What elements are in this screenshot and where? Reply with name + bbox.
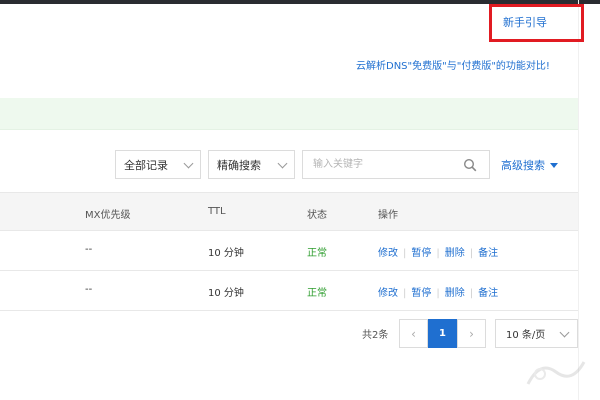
page-size-label: 10 条/页 <box>506 330 546 341</box>
chevron-left-icon: ‹ <box>411 326 416 341</box>
content-edge <box>578 0 579 400</box>
pause-link[interactable]: 暂停 <box>411 288 431 299</box>
mx-cell: -- <box>85 244 93 255</box>
advanced-search-label: 高级搜索 <box>501 159 545 172</box>
edit-link[interactable]: 修改 <box>378 248 398 259</box>
delete-link[interactable]: 删除 <box>445 288 465 299</box>
status-badge: 正常 <box>307 248 327 259</box>
watermark-logo <box>526 361 586 385</box>
notice-banner <box>0 98 578 130</box>
advanced-search-button[interactable]: 高级搜索 <box>501 157 558 173</box>
search-box <box>302 150 490 179</box>
chevron-down-icon <box>559 327 570 338</box>
table-header: MX优先级 TTL 状态 操作 <box>0 192 578 231</box>
search-input[interactable] <box>303 151 453 178</box>
ttl-cell: 10 分钟 <box>208 288 244 299</box>
page-size-select[interactable]: 10 条/页 <box>495 319 578 348</box>
record-type-select[interactable]: 全部记录 <box>115 150 201 179</box>
divider: | <box>403 288 407 299</box>
column-header-actions: 操作 <box>378 210 398 221</box>
row-actions: 修改 | 暂停 | 删除 | 备注 <box>378 244 498 259</box>
divider: | <box>469 248 474 259</box>
divider: | <box>469 288 474 299</box>
page-button-current[interactable]: 1 <box>428 319 457 348</box>
note-link[interactable]: 备注 <box>478 288 498 299</box>
next-page-button[interactable]: › <box>457 319 486 348</box>
chevron-down-icon <box>183 158 194 169</box>
caret-down-icon <box>550 163 558 168</box>
mx-cell: -- <box>85 284 93 295</box>
table-row: -- 10 分钟 正常 修改 | 暂停 | 删除 | 备注 <box>0 231 578 271</box>
record-type-label: 全部记录 <box>124 158 168 172</box>
prev-page-button[interactable]: ‹ <box>399 319 428 348</box>
search-mode-select[interactable]: 精确搜索 <box>208 150 295 179</box>
chevron-down-icon <box>277 158 288 169</box>
row-actions: 修改 | 暂停 | 删除 | 备注 <box>378 284 498 299</box>
column-header-status: 状态 <box>307 210 327 221</box>
edit-link[interactable]: 修改 <box>378 288 398 299</box>
total-count: 共2条 <box>362 330 389 341</box>
table-row: -- 10 分钟 正常 修改 | 暂停 | 删除 | 备注 <box>0 271 578 311</box>
column-header-mx: MX优先级 <box>85 210 131 221</box>
delete-link[interactable]: 删除 <box>445 248 465 259</box>
note-link[interactable]: 备注 <box>478 248 498 259</box>
divider: | <box>436 248 440 259</box>
divider: | <box>436 288 440 299</box>
ttl-cell: 10 分钟 <box>208 248 244 259</box>
search-icon[interactable] <box>463 158 477 172</box>
chevron-right-icon: › <box>469 326 474 341</box>
pause-link[interactable]: 暂停 <box>411 248 431 259</box>
search-mode-label: 精确搜索 <box>217 158 261 172</box>
version-compare-link[interactable]: 云解析DNS"免费版"与"付费版"的功能对比! <box>356 57 550 72</box>
status-badge: 正常 <box>307 288 327 299</box>
divider: | <box>403 248 407 259</box>
column-header-ttl: TTL <box>208 206 226 217</box>
beginner-guide-link[interactable]: 新手引导 <box>503 14 547 30</box>
